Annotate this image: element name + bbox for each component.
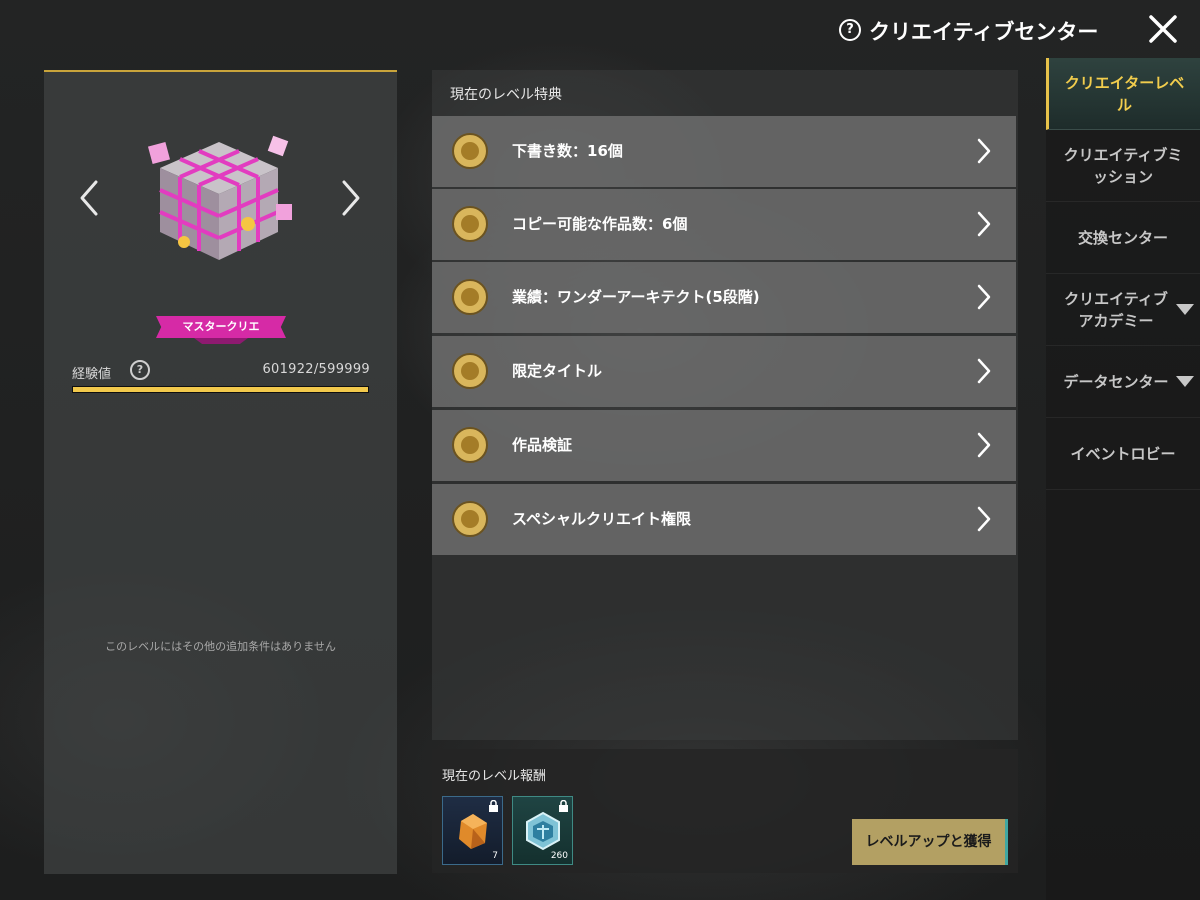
benefit-row-drafts[interactable]: 下書き数：16個	[432, 116, 1016, 187]
xp-progress-bar	[72, 386, 369, 393]
blue-cube-icon	[526, 811, 560, 851]
triangle-down-icon	[1176, 304, 1194, 315]
menu-item-label: クリエイティブミッション	[1063, 145, 1183, 186]
benefit-label: 業績：ワンダーアーキテクト(5段階)	[512, 288, 760, 306]
benefit-label: コピー可能な作品数：6個	[512, 215, 688, 233]
menu-item-creative-academy[interactable]: クリエイティブアカデミー	[1046, 274, 1200, 346]
menu-item-label: クリエイターレベル	[1064, 73, 1185, 114]
reward-item[interactable]: 260	[512, 796, 573, 865]
question-circle-icon[interactable]: ?	[130, 360, 150, 380]
chevron-right-icon[interactable]	[336, 178, 364, 218]
chevron-right-icon	[977, 211, 991, 237]
no-conditions-text: このレベルにはその他の追加条件はありません	[105, 640, 336, 653]
chevron-right-icon	[977, 284, 991, 310]
page-title: クリエイティブセンター	[869, 20, 1099, 44]
close-icon[interactable]	[1146, 12, 1180, 46]
level-card: マスタークリエ 経験値 ? 601922/599999 このレベルにはその他の追…	[44, 70, 397, 874]
chevron-right-icon	[977, 432, 991, 458]
thumbs-up-icon	[452, 427, 488, 463]
reward-count: 7	[492, 851, 498, 861]
benefit-label: 下書き数：16個	[512, 142, 623, 160]
draft-icon	[452, 133, 488, 169]
menu-item-data-center[interactable]: データセンター	[1046, 346, 1200, 418]
menu-item-label: クリエイティブアカデミー	[1064, 289, 1168, 330]
benefits-title: 現在のレベル特典	[450, 87, 562, 103]
menu-item-exchange-center[interactable]: 交換センター	[1046, 202, 1200, 274]
chevron-left-icon[interactable]	[76, 178, 104, 218]
level-up-claim-button[interactable]: レベルアップと獲得	[852, 819, 1008, 865]
reward-count: 260	[550, 851, 568, 861]
rewards-panel: 現在のレベル報酬 7 260 レベルアップと獲得	[432, 749, 1018, 873]
xp-label: 経験値	[72, 367, 112, 382]
lock-icon	[489, 800, 498, 812]
side-menu: クリエイターレベル クリエイティブミッション 交換センター クリエイティブアカデ…	[1046, 58, 1200, 900]
menu-item-label: データセンター	[1063, 372, 1169, 391]
chevron-right-icon	[977, 506, 991, 532]
benefit-row-achievement[interactable]: 業績：ワンダーアーキテクト(5段階)	[432, 262, 1016, 333]
menu-item-label: イベントロビー	[1070, 444, 1176, 463]
lock-icon	[559, 800, 568, 812]
reward-item[interactable]: 7	[442, 796, 503, 865]
menu-item-creator-level[interactable]: クリエイターレベル	[1046, 58, 1200, 130]
benefit-row-special-permission[interactable]: スペシャルクリエイト権限	[432, 484, 1016, 555]
location-pin-icon	[452, 501, 488, 537]
benefit-row-copies[interactable]: コピー可能な作品数：6個	[432, 189, 1016, 260]
xp-value: 601922/599999	[262, 362, 370, 377]
menu-item-creative-mission[interactable]: クリエイティブミッション	[1046, 130, 1200, 202]
rank-name-ribbon: マスタークリエ	[156, 316, 286, 338]
triangle-down-icon	[1176, 376, 1194, 387]
orange-crystal-icon	[459, 814, 487, 849]
ribbon-tail	[194, 338, 248, 344]
benefit-label: 限定タイトル	[512, 362, 603, 380]
chevron-right-icon	[977, 138, 991, 164]
rewards-title: 現在のレベル報酬	[442, 769, 547, 784]
benefit-row-title[interactable]: 限定タイトル	[432, 336, 1016, 407]
question-circle-icon[interactable]: ?	[839, 19, 861, 41]
title-badge-icon	[452, 353, 488, 389]
menu-item-event-lobby[interactable]: イベントロビー	[1046, 418, 1200, 490]
achievement-icon	[452, 279, 488, 315]
copy-icon	[452, 206, 488, 242]
benefit-row-verification[interactable]: 作品検証	[432, 410, 1016, 481]
xp-progress-fill	[73, 387, 368, 392]
master-creator-cube-icon	[147, 135, 292, 260]
benefit-label: スペシャルクリエイト権限	[512, 510, 691, 528]
benefits-panel: 現在のレベル特典 下書き数：16個 コピー可能な作品数：6個 業績：ワンダーアー…	[432, 70, 1018, 740]
chevron-right-icon	[977, 358, 991, 384]
benefit-label: 作品検証	[512, 436, 573, 454]
menu-item-label: 交換センター	[1077, 228, 1168, 247]
